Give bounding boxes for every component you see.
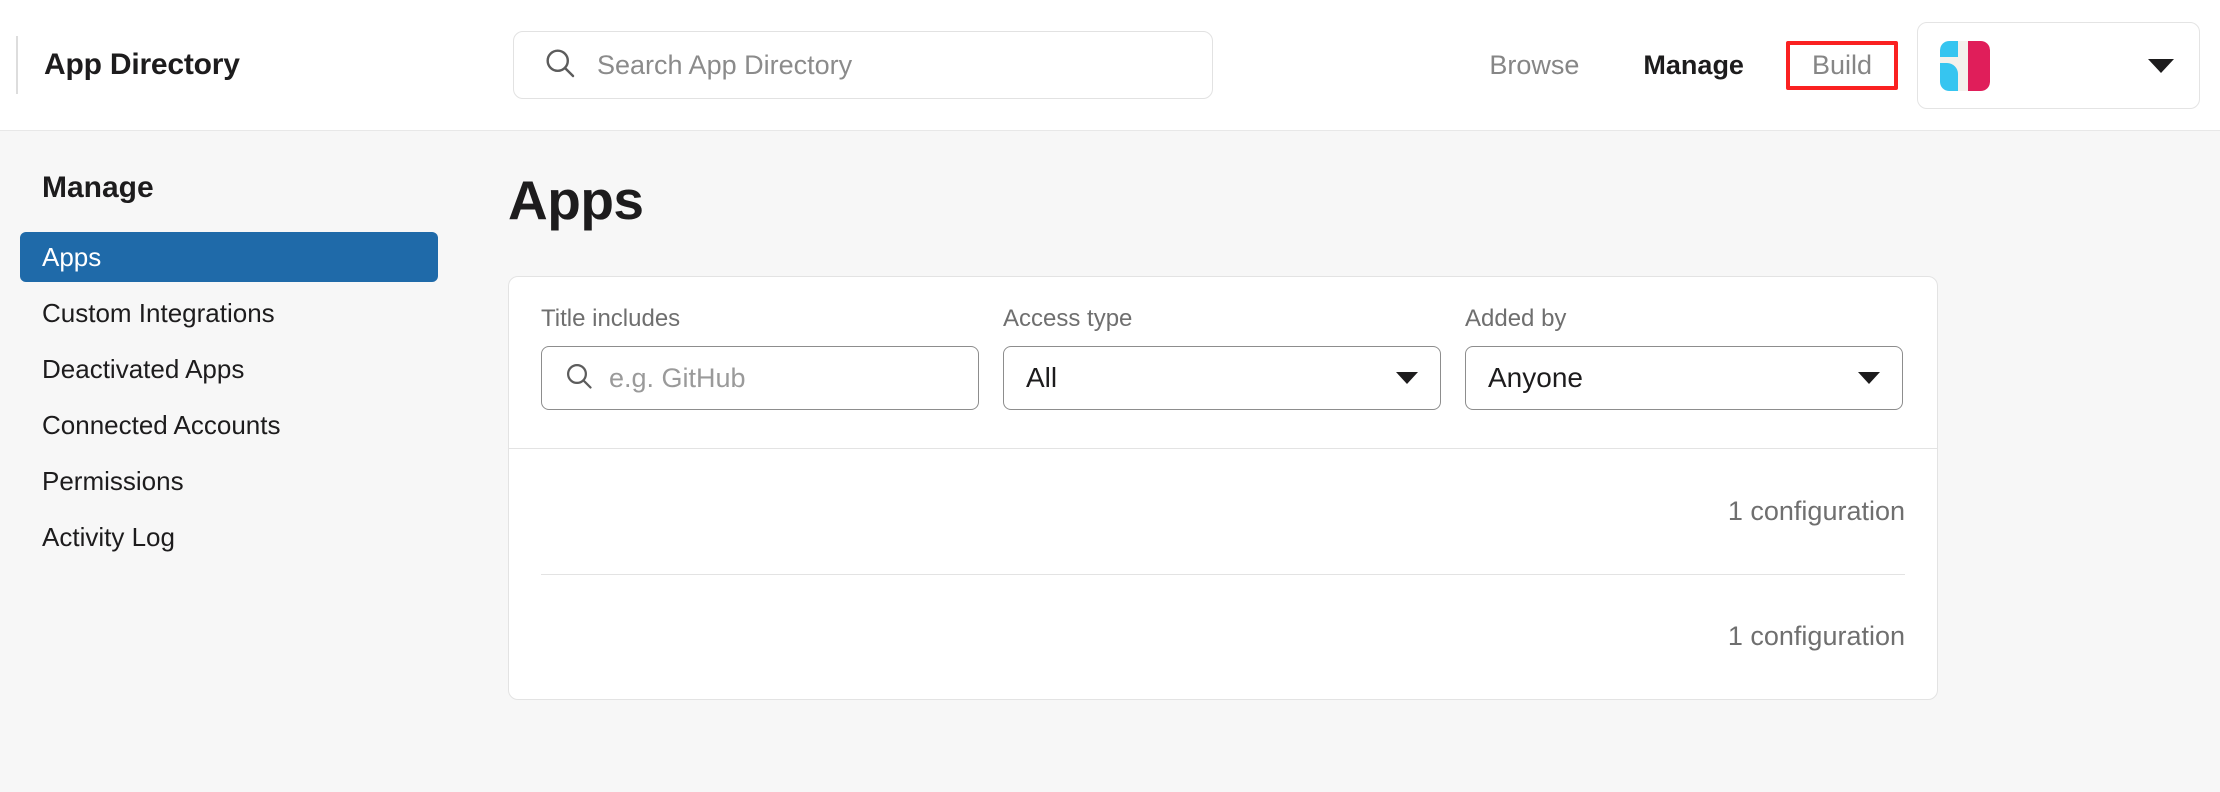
workspace-switcher[interactable] [1917, 22, 2200, 109]
sidebar-item-label: Deactivated Apps [42, 353, 245, 384]
title-includes-input[interactable]: e.g. GitHub [541, 346, 979, 410]
nav-build[interactable]: Build [1785, 41, 1898, 90]
filter-access-type-label: Access type [1003, 305, 1133, 332]
row-configuration-count: 1 configuration [1727, 621, 1905, 651]
filters-row: Title includes e.g. GitHub Access type A… [509, 277, 1937, 448]
sidebar-item-custom-integrations[interactable]: Custom Integrations [0, 288, 508, 338]
filter-title-includes-label: Title includes [541, 305, 681, 332]
sidebar-item-label: Activity Log [42, 521, 175, 552]
sidebar-item-deactivated-apps[interactable]: Deactivated Apps [0, 344, 508, 394]
sidebar-item-label: Custom Integrations [42, 297, 275, 328]
nav-browse[interactable]: Browse [1457, 50, 1611, 81]
header-nav: Browse Manage Build [1457, 0, 1908, 131]
sidebar-heading: Manage [42, 171, 154, 204]
brand-divider [16, 36, 18, 94]
title-includes-placeholder: e.g. GitHub [609, 362, 746, 393]
filter-access-type: Access type All [1003, 305, 1441, 410]
sidebar-item-activity-log[interactable]: Activity Log [0, 512, 508, 562]
apps-list: 1 configuration 1 configuration [509, 448, 1937, 699]
sidebar-item-connected-accounts[interactable]: Connected Accounts [0, 400, 508, 450]
added-by-select[interactable]: Anyone [1465, 346, 1903, 410]
chevron-down-icon [1858, 372, 1880, 384]
page-body: Manage Apps Custom Integrations Deactiva… [0, 131, 2220, 792]
app-directory-search[interactable]: Search App Directory [513, 31, 1213, 99]
filter-added-by-label: Added by [1465, 305, 1567, 332]
filter-added-by: Added by Anyone [1465, 305, 1903, 410]
main-content: Apps Title includes e.g. GitHub Access t… [508, 131, 2220, 792]
sidebar-nav-list: Apps Custom Integrations Deactivated App… [0, 232, 508, 562]
sidebar-item-label: Apps [42, 241, 102, 272]
search-icon [543, 46, 577, 85]
sidebar-item-label: Connected Accounts [42, 409, 281, 440]
sidebar-item-label: Permissions [42, 465, 184, 496]
chevron-down-icon [2148, 58, 2174, 73]
access-type-value: All [1026, 362, 1058, 393]
search-icon [564, 361, 594, 396]
search-placeholder: Search App Directory [597, 49, 853, 80]
nav-manage[interactable]: Manage [1611, 50, 1776, 81]
sidebar-item-permissions[interactable]: Permissions [0, 456, 508, 506]
table-row[interactable]: 1 configuration [509, 449, 1937, 574]
sidebar: Manage Apps Custom Integrations Deactiva… [0, 131, 508, 792]
apps-card: Title includes e.g. GitHub Access type A… [508, 276, 1938, 700]
app-directory-title: App Directory [44, 48, 240, 81]
table-row[interactable]: 1 configuration [509, 574, 1937, 699]
access-type-select[interactable]: All [1003, 346, 1441, 410]
filter-title-includes: Title includes e.g. GitHub [541, 305, 979, 410]
brand: App Directory [16, 36, 240, 94]
added-by-value: Anyone [1488, 362, 1583, 393]
page-title: Apps [508, 169, 644, 231]
chevron-down-icon [1396, 372, 1418, 384]
row-configuration-count: 1 configuration [1727, 496, 1905, 526]
top-header-bar: App Directory Search App Directory Brows… [0, 0, 2220, 131]
workspace-logo-icon [1940, 40, 1990, 91]
sidebar-item-apps[interactable]: Apps [20, 232, 438, 282]
